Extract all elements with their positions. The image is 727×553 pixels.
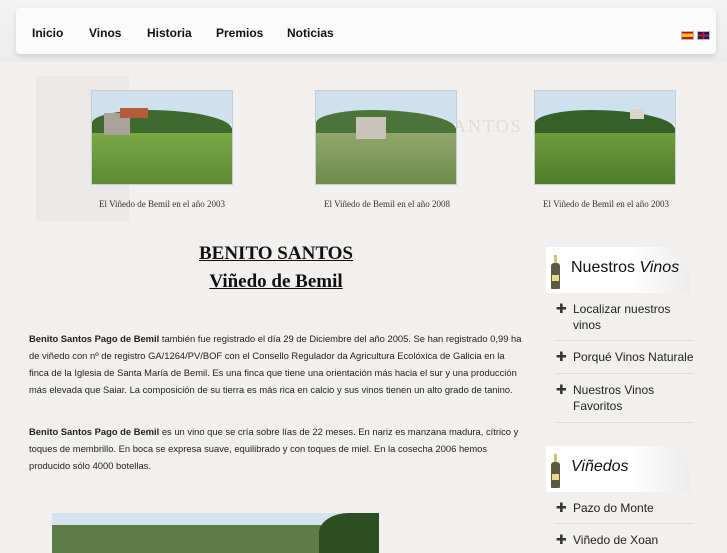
nav-noticias[interactable]: Noticias	[287, 26, 334, 40]
photo-caption-1: El Viñedo de Bemil en el año 2003	[99, 199, 226, 209]
paragraph-2-wine-name: Benito Santos Pago de Bemil	[29, 426, 160, 437]
sidebar-item-label: Localizar nuestros vinos	[573, 302, 671, 332]
divider	[556, 340, 694, 341]
wine-bottle-icon	[551, 255, 560, 289]
vineyard-photo-1	[91, 90, 233, 185]
vineyard-photo-3	[534, 90, 676, 185]
top-bar: Inicio Vinos Historia Premios Noticias	[0, 0, 727, 62]
sidebar-item-label: Porqué Vinos Naturale	[573, 350, 694, 364]
photo-caption-2: El Viñedo de Bemil en el año 2008	[324, 199, 451, 209]
plus-icon: ✚	[556, 382, 567, 397]
sidebar-heading-vinos-plain: Nuestros	[571, 259, 640, 276]
paragraph-1-wine-name: Benito Santos Pago de Bemil	[29, 333, 160, 344]
language-flags	[681, 31, 710, 40]
paragraph-2: Benito Santos Pago de Bemil es un vino q…	[29, 423, 524, 474]
sidebar-item-label: Viñedo de Xoan	[573, 533, 659, 547]
page-title: BENITO SANTOS	[198, 243, 353, 264]
plus-icon: ✚	[556, 349, 567, 364]
wine-bottle-icon	[551, 454, 560, 488]
photo-caption-3: El Viñedo de Bemil en el año 2003	[543, 199, 670, 209]
nav-historia[interactable]: Historia	[147, 26, 192, 40]
nav-premios[interactable]: Premios	[216, 26, 263, 40]
sidebar-item-label: Nuestros Vinos Favoritos	[573, 383, 655, 413]
spanish-flag-icon[interactable]	[681, 31, 694, 40]
vineyard-large-photo	[52, 513, 379, 553]
page-subtitle: Viñedo de Bemil	[209, 271, 343, 292]
vineyard-photo-2	[315, 90, 457, 185]
sidebar-heading-vinos-italic: Vinos	[639, 259, 680, 276]
nav-inicio[interactable]: Inicio	[32, 26, 63, 40]
sidebar-heading-vinedos-italic: Viñedos	[571, 458, 629, 475]
divider	[556, 523, 694, 524]
plus-icon: ✚	[556, 532, 567, 547]
paragraph-1: Benito Santos Pago de Bemil también fue …	[29, 330, 524, 398]
plus-icon: ✚	[556, 301, 567, 316]
divider	[556, 422, 694, 423]
sidebar-heading-vinos: Nuestros Vinos	[546, 247, 690, 293]
divider	[556, 373, 694, 374]
main-nav: Inicio Vinos Historia Premios Noticias	[16, 8, 716, 54]
sidebar-item-label: Pazo do Monte	[573, 501, 654, 515]
nav-vinos[interactable]: Vinos	[89, 26, 121, 40]
sidebar-heading-vinedos: Viñedos	[546, 446, 690, 492]
plus-icon: ✚	[556, 500, 567, 515]
english-flag-icon[interactable]	[697, 31, 710, 40]
